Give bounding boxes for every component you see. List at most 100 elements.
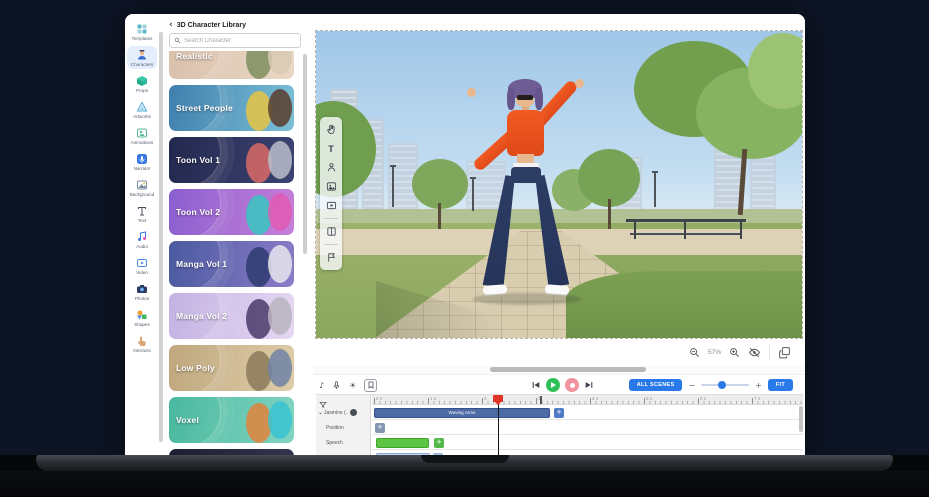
add-position-button[interactable]: +	[375, 423, 385, 433]
viewport-toolbar: T	[320, 117, 342, 270]
track-lane-position[interactable]: +	[372, 420, 803, 435]
zoom-level[interactable]: 57%	[708, 349, 721, 356]
timeline-scrollbar[interactable]	[799, 406, 803, 432]
timeline-tracks-area[interactable]: 0 s 1 s 2 3 4 s 5 s 6 s 7 s Waving Arms …	[372, 395, 803, 455]
image-tool[interactable]	[325, 180, 338, 193]
character-top	[507, 110, 544, 156]
card-manga-vol-1[interactable]: Manga Vol 1	[169, 241, 294, 287]
character-right-shoe	[545, 284, 570, 295]
sidebar-item-audio[interactable]: Audio	[127, 228, 157, 251]
laptop-base	[0, 471, 929, 497]
duplicate-scene-button[interactable]	[778, 346, 791, 359]
slider-thumb[interactable]	[718, 381, 726, 389]
hand-tool[interactable]	[325, 123, 338, 136]
laptop-deck	[36, 455, 893, 471]
sidebar-item-interacts[interactable]: Interacts	[127, 332, 157, 355]
skip-end-button[interactable]	[584, 380, 594, 390]
track-lane-animation[interactable]: Waving Arms +	[372, 405, 803, 420]
sidebar-item-label: Templates	[127, 36, 157, 41]
sidebar-item-shapes[interactable]: Shapes	[127, 306, 157, 329]
zoom-out-button[interactable]	[689, 347, 700, 358]
track-row-jasmine[interactable]: ⌄ Jasmine (..	[316, 405, 371, 420]
timeline-ruler[interactable]: 0 s 1 s 2 3 4 s 5 s 6 s 7 s	[372, 395, 803, 405]
text-icon	[136, 205, 148, 217]
park-table-leg	[740, 221, 742, 239]
collapse-icon[interactable]: ⌄	[318, 409, 323, 416]
card-toon-vol-2[interactable]: Toon Vol 2	[169, 189, 294, 235]
play-icon	[551, 382, 556, 388]
card-realistic[interactable]: Realistic	[169, 51, 294, 79]
zoombar-divider	[769, 345, 770, 360]
timeline: ⌄ Jasmine (.. Position Speech 0 s 1 s	[316, 394, 803, 455]
sidebar-item-label: Animations	[127, 140, 157, 145]
zoom-in-button[interactable]	[729, 347, 740, 358]
sidebar-item-background[interactable]: Background	[127, 176, 157, 199]
all-scenes-button[interactable]: ALL SCENES	[629, 379, 683, 391]
audio-icon	[136, 231, 148, 243]
track-name: Position	[326, 425, 344, 431]
sidebar-item-text[interactable]: Text	[127, 202, 157, 225]
sidebar-resize-handle[interactable]	[159, 32, 163, 442]
add-animation-button[interactable]: +	[554, 408, 564, 418]
track-name: Speech	[326, 440, 343, 446]
playhead-handle[interactable]	[493, 395, 503, 402]
scenes-panel-tool[interactable]	[325, 225, 338, 238]
sidebar-item-narrator[interactable]: Narrator	[127, 150, 157, 173]
scene-canvas[interactable]: T	[316, 31, 802, 338]
sidebar-item-label: Interacts	[127, 348, 157, 353]
ruler-label: 6 s	[700, 396, 706, 401]
character-hair-lock	[535, 88, 543, 110]
sidebar-item-characters[interactable]: Characters	[127, 46, 157, 69]
track-options-icon[interactable]	[350, 409, 357, 416]
music-icon[interactable]: ♪	[319, 381, 324, 390]
text-tool[interactable]: T	[325, 142, 338, 155]
card-toon-vol-1[interactable]: Toon Vol 1	[169, 137, 294, 183]
record-button[interactable]	[565, 378, 579, 392]
sidebar-item-animations[interactable]: Animations	[127, 124, 157, 147]
timeline-zoom-out[interactable]: −	[688, 381, 695, 390]
hide-ui-button[interactable]	[748, 346, 761, 359]
add-speech-button[interactable]: +	[434, 438, 444, 448]
search-input[interactable]	[184, 38, 294, 44]
video-tool[interactable]	[325, 199, 338, 212]
sidebar-item-video[interactable]: Video	[127, 254, 157, 277]
card-low-poly[interactable]: Low Poly	[169, 345, 294, 391]
sidebar-item-photos[interactable]: Photos	[127, 280, 157, 303]
interacts-icon	[136, 335, 148, 347]
animation-clip[interactable]: Waving Arms	[374, 408, 550, 418]
search-box[interactable]	[169, 33, 301, 48]
timeline-zoom-slider[interactable]	[701, 384, 749, 386]
track-row-position[interactable]: Position	[316, 420, 371, 435]
ruler-label: 0 s	[376, 396, 382, 401]
play-button[interactable]	[546, 378, 560, 392]
sidebar-item-artworks[interactable]: Artworks	[127, 98, 157, 121]
canvas-hscroll-thumb[interactable]	[490, 367, 646, 372]
flag-tool[interactable]	[325, 251, 338, 264]
speech-clip[interactable]	[376, 438, 429, 448]
sidebar-item-templates[interactable]: Templates	[127, 20, 157, 43]
track-row-speech[interactable]: Speech	[316, 435, 371, 450]
skip-start-button[interactable]	[531, 380, 541, 390]
bookmark-button[interactable]	[364, 379, 377, 392]
timeline-zoom-in[interactable]: +	[755, 381, 762, 390]
ruler-label: 7 s	[754, 396, 760, 401]
app-window: Templates Characters Props Artworks Anim…	[125, 14, 805, 455]
card-manga-vol-2[interactable]: Manga Vol 2	[169, 293, 294, 339]
animations-icon	[136, 127, 148, 139]
microphone-icon[interactable]	[332, 381, 341, 390]
back-icon[interactable]: ‹	[169, 20, 173, 30]
character-jasmine[interactable]	[461, 79, 591, 307]
character-right-leg	[531, 174, 569, 288]
track-lane-speech[interactable]: +	[372, 435, 803, 450]
narrator-icon	[136, 153, 148, 165]
card-street-people[interactable]: Street People	[169, 85, 294, 131]
fit-button[interactable]: FIT	[768, 379, 793, 391]
toolbar-divider	[324, 244, 338, 245]
sidebar-item-props[interactable]: Props	[127, 72, 157, 95]
sun-icon[interactable]: ☀	[349, 381, 356, 390]
character-card-list: Realistic Street People Toon Vol 1 Toon …	[169, 51, 294, 455]
panel-scrollbar[interactable]	[303, 54, 307, 254]
character-right-hand	[575, 79, 584, 88]
character-tool[interactable]	[325, 161, 338, 174]
card-voxel[interactable]: Voxel	[169, 397, 294, 443]
